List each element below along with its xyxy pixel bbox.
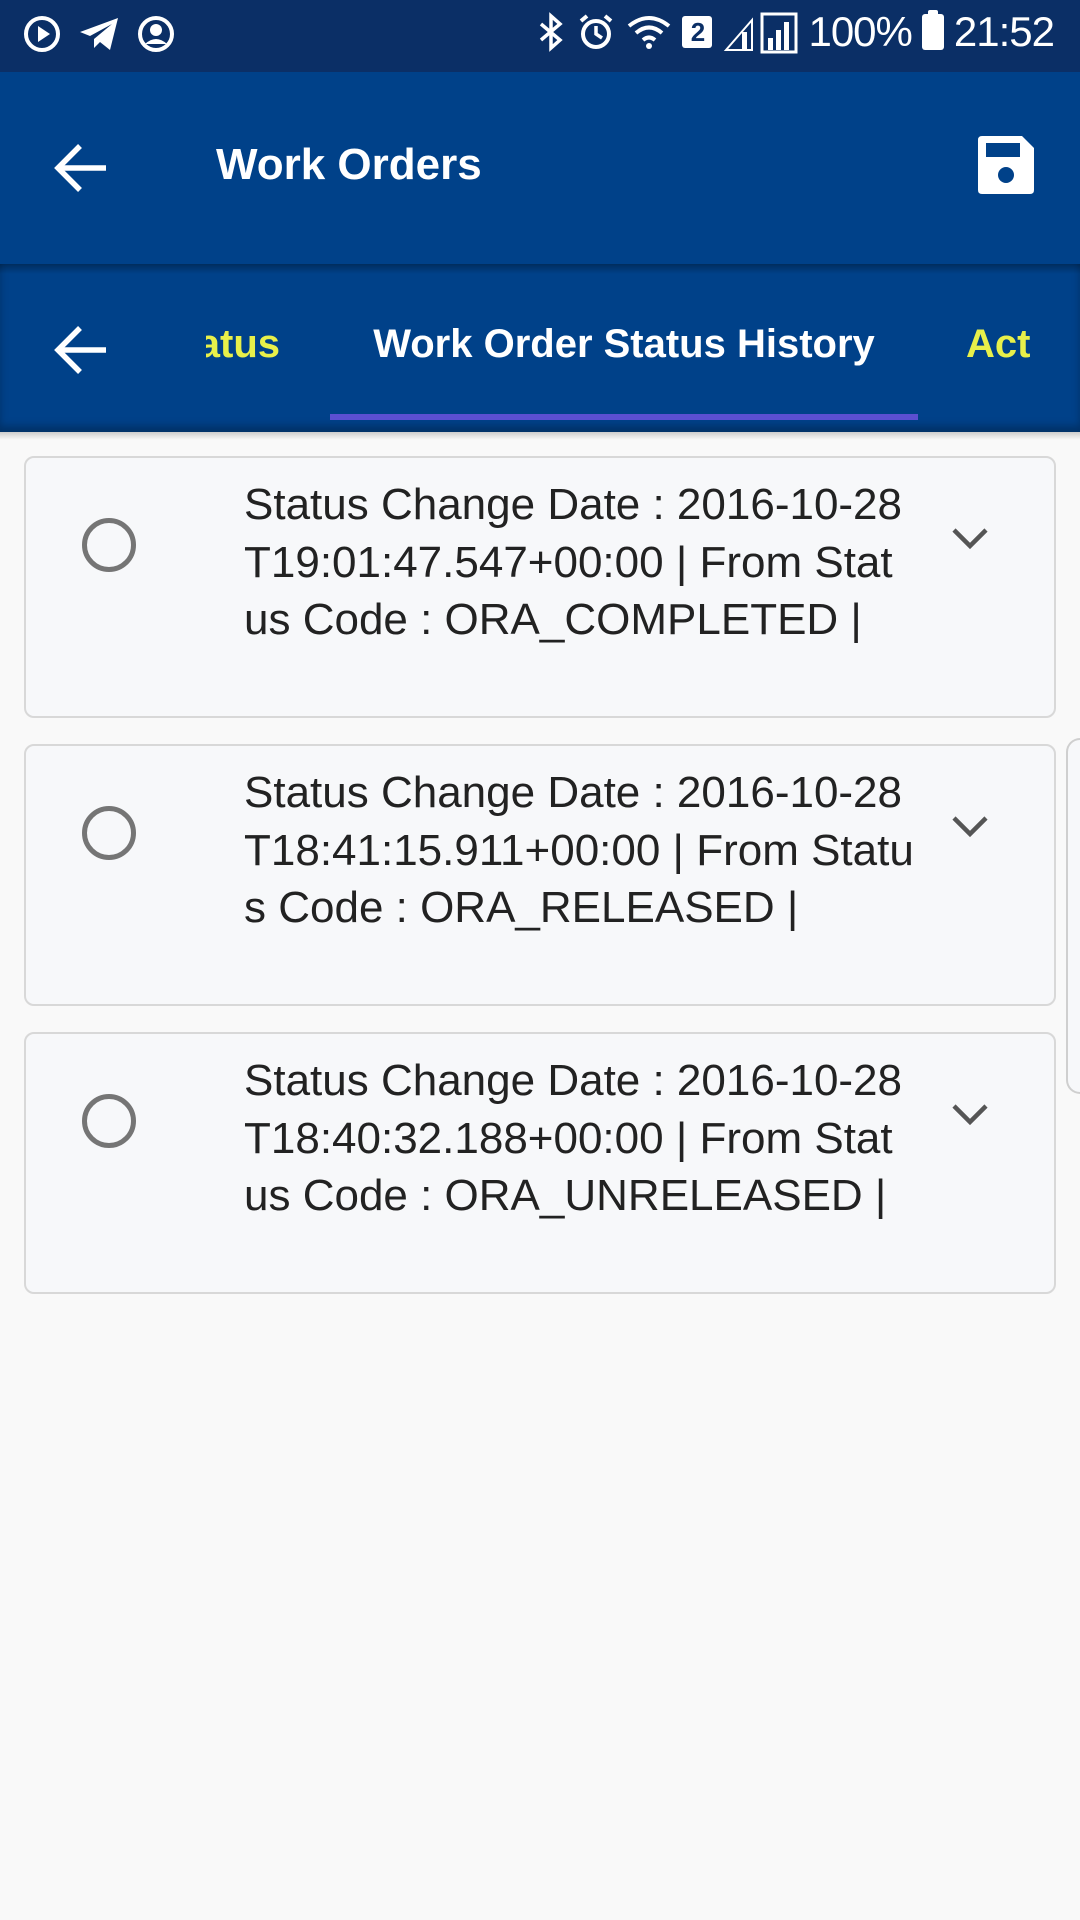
list-item[interactable]: Status Change Date : 2016-10-28T19:01:47…	[24, 456, 1056, 718]
media-play-icon	[24, 16, 60, 52]
radio-button[interactable]	[82, 806, 136, 860]
app-bar: Work Orders	[0, 72, 1080, 264]
arrow-left-icon[interactable]	[52, 138, 112, 198]
account-circle-icon	[138, 16, 174, 52]
radio-button[interactable]	[82, 1094, 136, 1148]
tab-bar: Status Work Order Status History Act	[0, 264, 1080, 432]
telegram-icon	[80, 18, 118, 50]
list-item-text: Status Change Date : 2016-10-28T18:40:32…	[244, 1056, 903, 1220]
bluetooth-icon	[540, 12, 564, 52]
tab-work-order-status-history[interactable]: Work Order Status History	[330, 322, 918, 367]
chevron-down-icon[interactable]	[950, 812, 990, 842]
side-drawer-handle[interactable]	[1066, 738, 1080, 1094]
list-item-text: Status Change Date : 2016-10-28T18:41:15…	[244, 768, 914, 932]
battery-icon	[921, 10, 944, 50]
alarm-icon	[580, 14, 613, 49]
battery-percentage: 100%	[808, 8, 912, 55]
clock: 21:52	[953, 8, 1055, 55]
list-item-text: Status Change Date : 2016-10-28T19:01:47…	[244, 480, 903, 644]
status-history-list: Status Change Date : 2016-10-28T19:01:47…	[24, 456, 1056, 1320]
tab-indicator	[330, 414, 918, 420]
list-item[interactable]: Status Change Date : 2016-10-28T18:41:15…	[24, 744, 1056, 1006]
save-icon[interactable]	[974, 134, 1036, 196]
status-bar-right: 2 100% 21:52	[536, 8, 1055, 56]
chevron-down-icon[interactable]	[950, 524, 990, 554]
tab-activities[interactable]: Act	[966, 322, 1030, 367]
status-bar: 2 100% 21:52	[0, 0, 1080, 72]
notification-badge: 2	[682, 16, 713, 48]
signal-icon	[724, 12, 798, 54]
radio-button[interactable]	[82, 518, 136, 572]
status-bar-left	[22, 14, 176, 54]
tab-bar-shadow	[0, 432, 1080, 440]
wifi-icon	[628, 16, 671, 49]
tab-status[interactable]: Status	[206, 322, 280, 367]
page-title: Work Orders	[216, 140, 482, 189]
list-item[interactable]: Status Change Date : 2016-10-28T18:40:32…	[24, 1032, 1056, 1294]
arrow-left-icon[interactable]	[52, 320, 112, 380]
chevron-down-icon[interactable]	[950, 1100, 990, 1130]
